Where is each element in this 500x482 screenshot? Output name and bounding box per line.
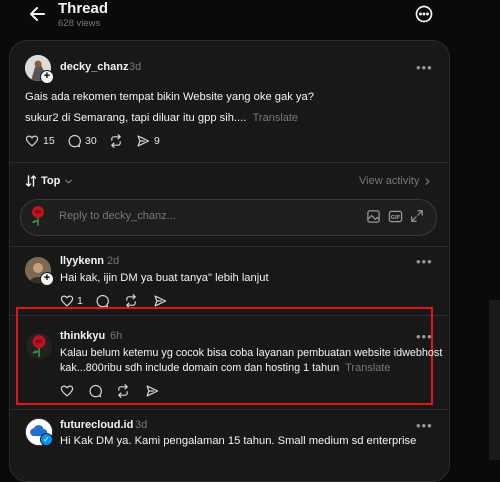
reply-text-line2-wrap: kak...800ribu sdh include domain com dan… (60, 362, 391, 374)
arrow-left-icon (30, 7, 45, 21)
send-icon (154, 295, 167, 307)
post-more-button[interactable]: ••• (416, 60, 433, 75)
rose-icon (32, 206, 44, 226)
repost-icon (118, 384, 128, 398)
like-button[interactable] (60, 384, 74, 403)
post-text-line2: sukur2 di Semarang, tapi diluar itu gpp … (25, 112, 247, 124)
sort-label: Top (41, 175, 61, 187)
reply-text: Hi Kak DM ya. Kami pengalaman 15 tahun. … (60, 435, 417, 447)
sort-dropdown[interactable]: Top (25, 175, 73, 187)
reply-avatar (26, 204, 50, 228)
repost-button[interactable] (116, 384, 130, 403)
comment-icon (89, 384, 102, 398)
like-count: 15 (43, 135, 55, 147)
more-horizontal-icon: ••• (416, 329, 433, 344)
svg-text:GIF: GIF (391, 215, 401, 221)
comment-icon (96, 294, 109, 308)
send-icon (137, 135, 150, 147)
repost-button[interactable] (109, 134, 123, 153)
more-horizontal-icon: ••• (416, 418, 433, 433)
like-button[interactable]: 1 (60, 294, 83, 308)
gif-icon: GIF (388, 210, 403, 223)
comment-button[interactable] (88, 384, 102, 403)
reply-username[interactable]: llyykenn (60, 255, 104, 267)
expand-button[interactable] (410, 209, 424, 228)
image-icon (367, 210, 380, 223)
rose-icon (26, 333, 52, 359)
chevron-right-icon (425, 177, 430, 185)
follow-badge[interactable]: + (40, 272, 54, 286)
gif-button[interactable]: GIF (388, 209, 403, 229)
translate-link[interactable]: Translate (345, 362, 390, 374)
sort-icon (25, 175, 37, 187)
more-horizontal-icon: ••• (416, 254, 433, 269)
reply-more-button[interactable]: ••• (416, 254, 433, 269)
reply-avatar[interactable] (26, 333, 52, 359)
send-icon (146, 385, 159, 397)
post-time: 3d (129, 61, 142, 73)
more-options-button[interactable] (415, 5, 433, 23)
view-activity-label: View activity (359, 175, 420, 187)
divider (10, 409, 448, 410)
heart-icon (60, 295, 74, 307)
view-activity-link[interactable]: View activity (359, 175, 432, 187)
divider (10, 162, 448, 163)
divider (10, 246, 448, 247)
reply-text: Hai kak, ijin DM ya buat tanya" lebih la… (60, 272, 269, 284)
like-count: 1 (77, 295, 83, 307)
post-username[interactable]: decky_chanz (60, 61, 128, 73)
post-text-line1: Gais ada rekomen tempat bikin Website ya… (25, 91, 314, 103)
reply-time: 6h (110, 330, 123, 342)
repost-icon (126, 294, 136, 308)
like-button[interactable]: 15 (25, 134, 55, 148)
view-count: 628 views (58, 18, 101, 29)
image-attach-button[interactable] (366, 209, 381, 229)
comment-icon (68, 134, 81, 148)
post-text-line2-wrap: sukur2 di Semarang, tapi diluar itu gpp … (25, 112, 298, 124)
verified-badge-icon: ✓ (40, 433, 53, 446)
reply-time: 3d (135, 419, 148, 431)
page-title: Thread (58, 0, 109, 17)
expand-icon (411, 210, 423, 222)
heart-icon (25, 135, 39, 147)
comment-count: 30 (85, 135, 97, 147)
translate-link[interactable]: Translate (253, 112, 298, 124)
repost-icon (111, 134, 121, 148)
more-horizontal-icon: ••• (416, 60, 433, 75)
reply-placeholder[interactable]: Reply to decky_chanz... (59, 210, 176, 222)
share-button[interactable] (145, 384, 159, 403)
heart-icon (60, 385, 74, 397)
reply-username[interactable]: futurecloud.id (60, 419, 133, 431)
share-button[interactable]: 9 (136, 134, 160, 148)
back-button[interactable] (28, 4, 48, 24)
reply-text-line2: kak...800ribu sdh include domain com dan… (60, 362, 340, 374)
reply-more-button[interactable]: ••• (416, 418, 433, 433)
follow-badge[interactable]: + (40, 70, 54, 84)
scrollbar[interactable] (489, 300, 500, 460)
reply-username[interactable]: thinkkyu (60, 330, 105, 342)
share-count: 9 (154, 135, 160, 147)
reply-text-line1: Kalau belum ketemu yg cocok bisa coba la… (60, 347, 443, 359)
chevron-down-icon (65, 179, 73, 183)
reply-more-button[interactable]: ••• (416, 329, 433, 344)
comment-button[interactable]: 30 (67, 134, 97, 148)
reply-time: 2d (107, 255, 120, 267)
more-circle-icon (415, 5, 433, 23)
